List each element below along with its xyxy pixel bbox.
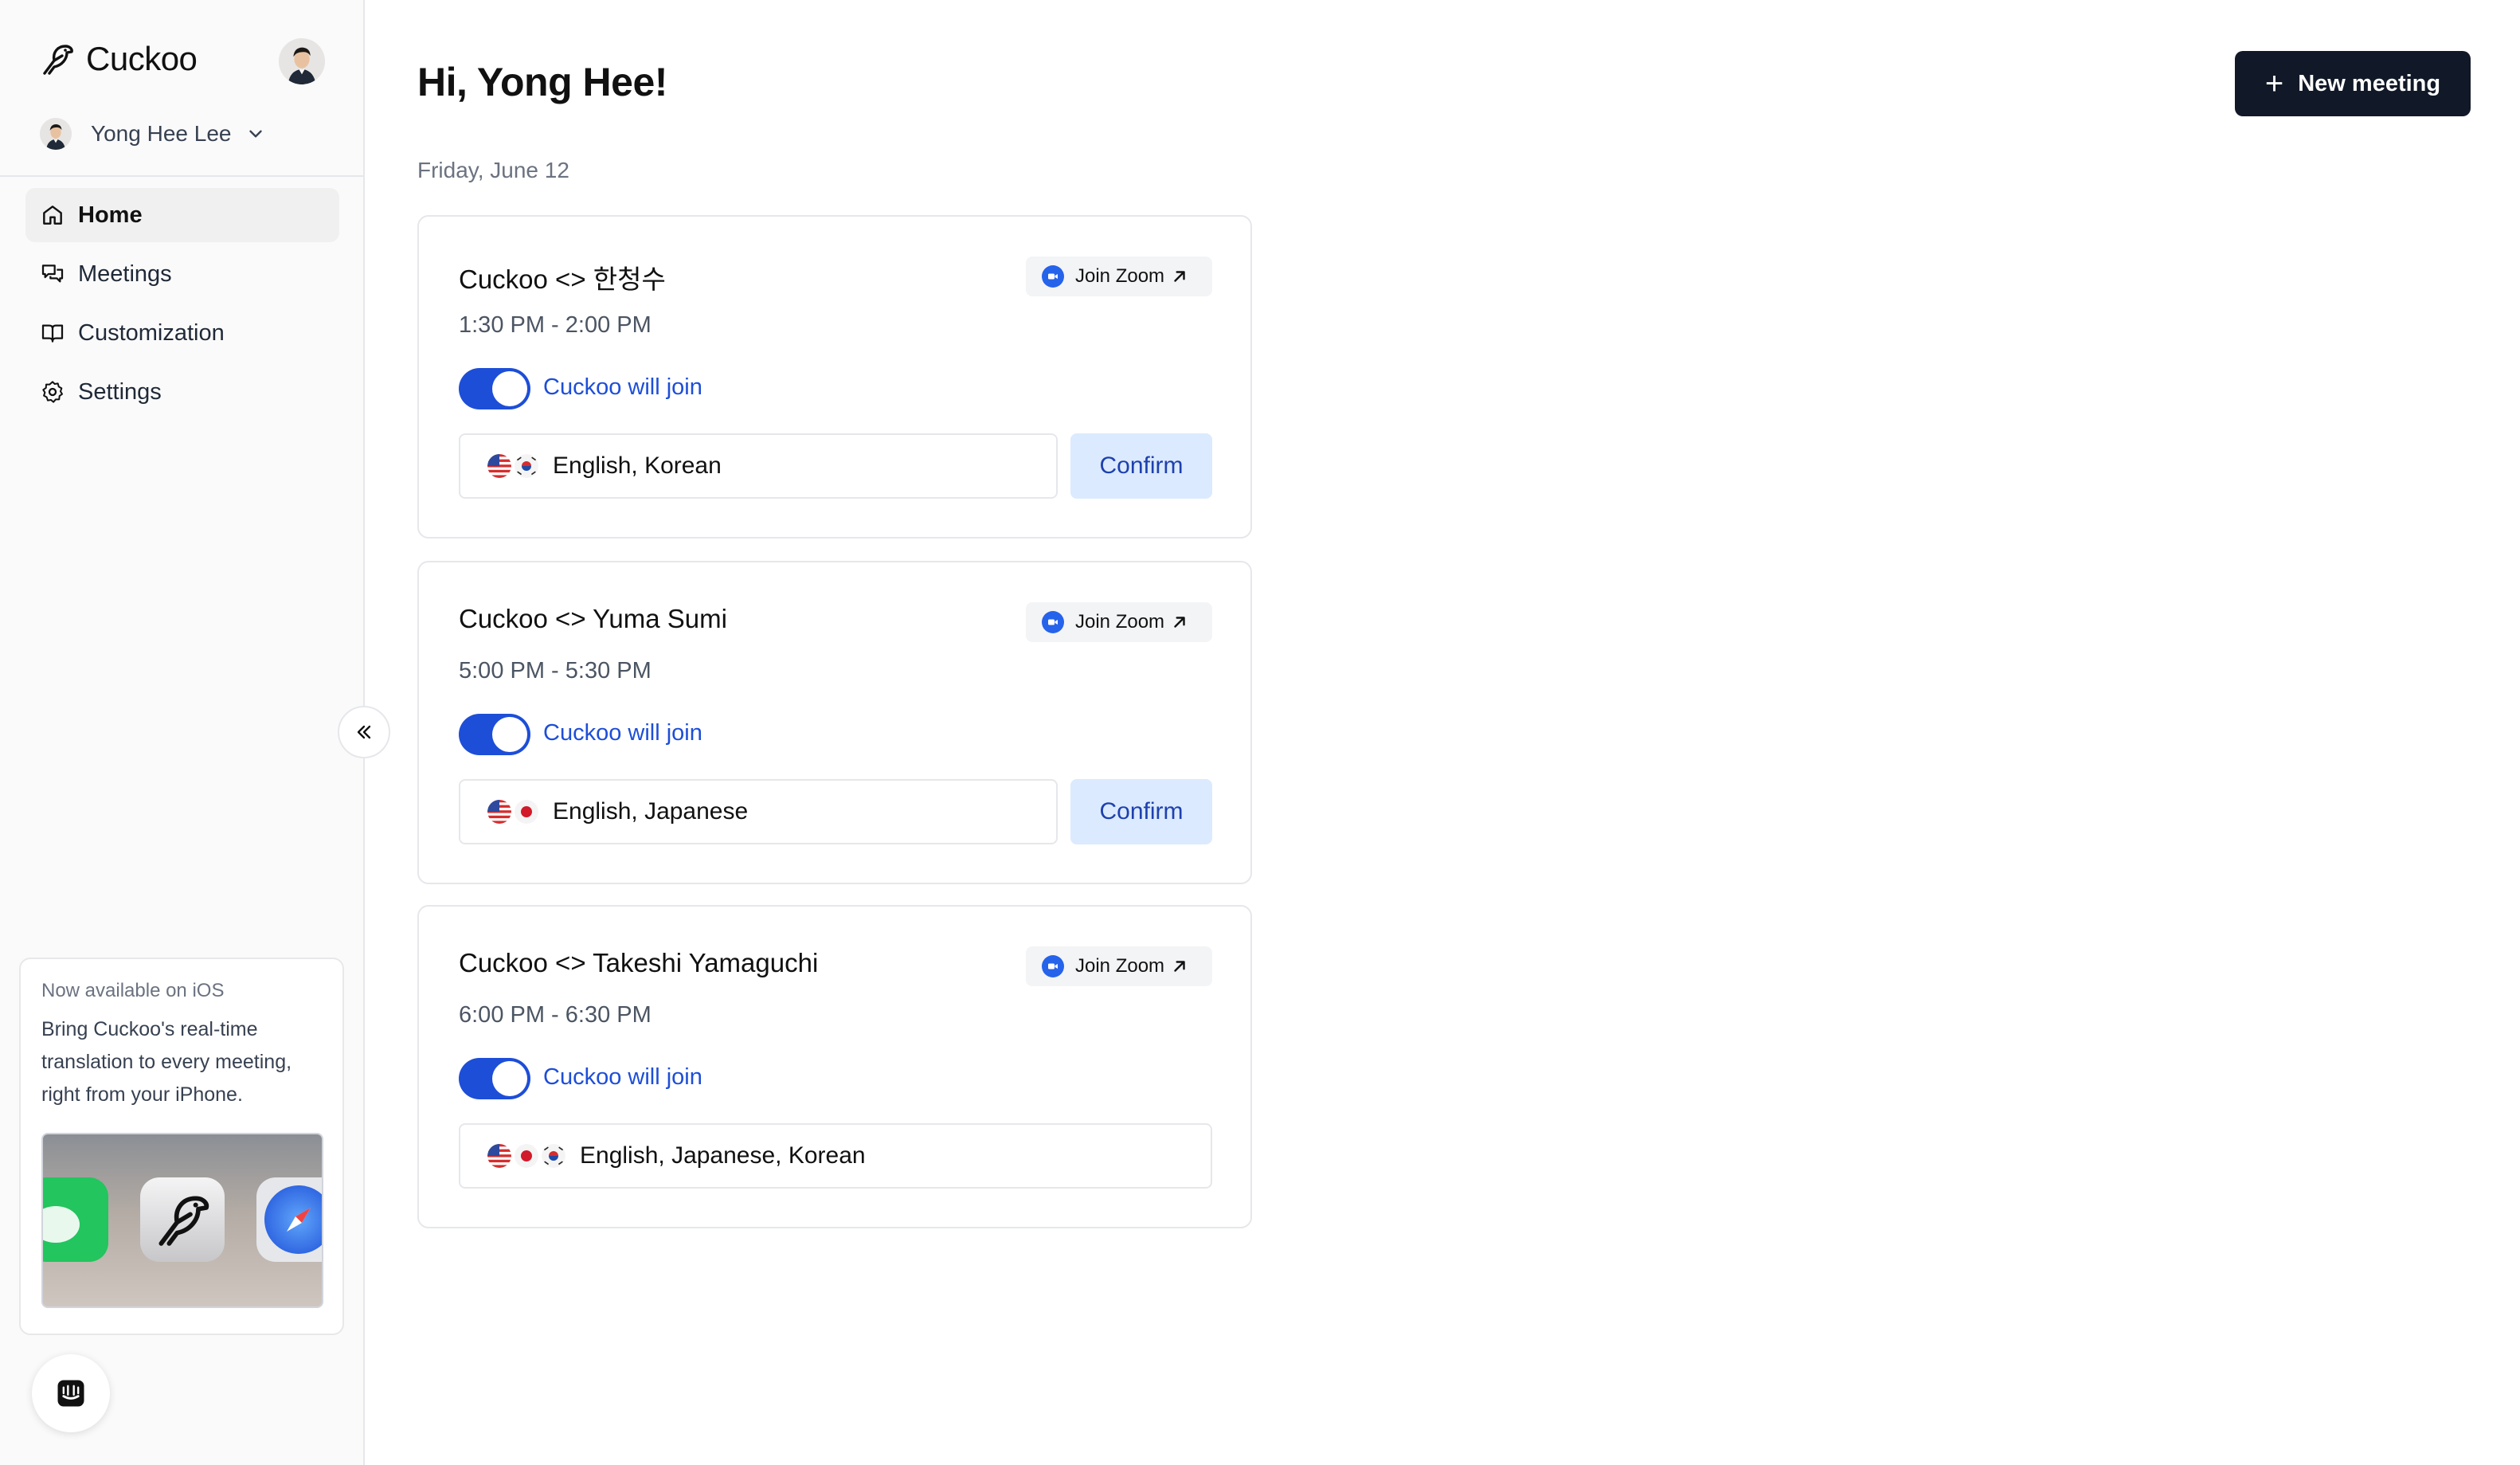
language-list: English, Japanese bbox=[553, 798, 749, 825]
us-flag-icon bbox=[487, 1144, 511, 1168]
language-selector[interactable]: English, Korean bbox=[459, 433, 1058, 499]
date-heading: Friday, June 12 bbox=[417, 158, 569, 182]
language-selector[interactable]: English, Japanese, Korean bbox=[459, 1123, 1212, 1189]
join-zoom-button[interactable]: Join Zoom bbox=[1026, 257, 1212, 296]
meeting-time: 1:30 PM - 2:00 PM bbox=[459, 312, 652, 338]
sidebar-item-home[interactable]: Home bbox=[25, 188, 339, 242]
meeting-card: Cuckoo <> Yuma Sumi 5:00 PM - 5:30 PM Jo… bbox=[417, 561, 1252, 884]
meeting-time: 6:00 PM - 6:30 PM bbox=[459, 1002, 652, 1028]
sidebar-item-label: Settings bbox=[78, 378, 162, 405]
confirm-button[interactable]: Confirm bbox=[1070, 433, 1212, 499]
sidebar-item-meetings[interactable]: Meetings bbox=[25, 247, 339, 301]
plus-icon: + bbox=[2264, 66, 2284, 101]
brand-name: Cuckoo bbox=[86, 40, 198, 77]
cuckoo-join-toggle[interactable] bbox=[459, 368, 530, 409]
home-icon bbox=[43, 206, 62, 225]
avatar-image bbox=[279, 38, 325, 84]
avatar-image bbox=[40, 118, 72, 150]
toggle-knob bbox=[492, 371, 527, 406]
support-chat-button[interactable] bbox=[32, 1354, 110, 1432]
sidebar-item-label: Customization bbox=[78, 319, 225, 346]
sidebar-nav: Home Meetings Customization Settings bbox=[25, 188, 339, 424]
join-zoom-button[interactable]: Join Zoom bbox=[1026, 946, 1212, 986]
cuckoo-logo-icon bbox=[158, 1196, 209, 1246]
sidebar-divider bbox=[0, 175, 363, 177]
us-flag-icon bbox=[487, 454, 511, 478]
safari-app-icon bbox=[256, 1177, 322, 1262]
toggle-knob bbox=[492, 1061, 527, 1096]
language-list: English, Korean bbox=[553, 452, 722, 479]
us-flag-icon bbox=[487, 800, 511, 824]
promo-body: Bring Cuckoo's real-time translation to … bbox=[41, 1018, 292, 1106]
join-zoom-button[interactable]: Join Zoom bbox=[1026, 602, 1212, 642]
chevrons-left-icon bbox=[357, 725, 371, 739]
language-flags bbox=[487, 1144, 569, 1168]
toggle-label: Cuckoo will join bbox=[543, 374, 702, 400]
messages-app-icon bbox=[43, 1177, 108, 1262]
meeting-title: Cuckoo <> Takeshi Yamaguchi bbox=[459, 948, 819, 977]
zoom-icon bbox=[1042, 955, 1064, 977]
japan-flag-icon bbox=[515, 800, 538, 824]
chevron-down-icon bbox=[249, 130, 263, 138]
gear-icon bbox=[42, 381, 63, 403]
chat-support-icon bbox=[57, 1380, 84, 1407]
join-zoom-label: Join Zoom bbox=[1075, 265, 1165, 287]
new-meeting-button[interactable]: + New meeting bbox=[2235, 51, 2471, 116]
book-icon bbox=[41, 324, 64, 343]
promo-app-icons-image bbox=[41, 1133, 323, 1308]
sidebar-item-label: Meetings bbox=[78, 260, 172, 287]
promo-title: Now available on iOS bbox=[41, 980, 225, 1001]
cuckoo-app-icon bbox=[140, 1177, 225, 1262]
language-flags bbox=[487, 454, 542, 478]
ios-promo-card[interactable]: Now available on iOS Bring Cuckoo's real… bbox=[19, 958, 344, 1335]
page-title: Hi, Yong Hee! bbox=[417, 60, 667, 104]
korea-flag-icon bbox=[515, 454, 538, 478]
sidebar: Cuckoo Yong Hee Lee Home Meetings Custom… bbox=[0, 0, 365, 1465]
meeting-time: 5:00 PM - 5:30 PM bbox=[459, 658, 652, 684]
language-flags bbox=[487, 800, 542, 824]
chat-bubbles-icon bbox=[41, 264, 64, 283]
profile-avatar[interactable] bbox=[279, 38, 325, 84]
language-selector[interactable]: English, Japanese bbox=[459, 779, 1058, 844]
japan-flag-icon bbox=[515, 1144, 538, 1168]
new-meeting-label: New meeting bbox=[2298, 70, 2441, 96]
korea-flag-icon bbox=[542, 1144, 565, 1168]
meeting-card: Cuckoo <> 한청수 1:30 PM - 2:00 PM Join Zoo… bbox=[417, 215, 1252, 539]
external-link-arrow-icon bbox=[1174, 271, 1185, 282]
external-link-arrow-icon bbox=[1174, 961, 1185, 972]
sidebar-item-customization[interactable]: Customization bbox=[25, 306, 339, 360]
cuckoo-join-toggle[interactable] bbox=[459, 1058, 530, 1099]
cuckoo-logo-icon bbox=[43, 45, 73, 75]
collapse-sidebar-button[interactable] bbox=[338, 706, 390, 758]
user-name: Yong Hee Lee bbox=[91, 121, 232, 146]
join-zoom-label: Join Zoom bbox=[1075, 955, 1165, 977]
confirm-button[interactable]: Confirm bbox=[1070, 779, 1212, 844]
meeting-card: Cuckoo <> Takeshi Yamaguchi 6:00 PM - 6:… bbox=[417, 905, 1252, 1228]
meeting-title: Cuckoo <> Yuma Sumi bbox=[459, 604, 727, 633]
toggle-label: Cuckoo will join bbox=[543, 1064, 702, 1090]
join-zoom-label: Join Zoom bbox=[1075, 611, 1165, 633]
brand[interactable]: Cuckoo bbox=[38, 40, 198, 78]
sidebar-item-settings[interactable]: Settings bbox=[25, 365, 339, 419]
sidebar-item-label: Home bbox=[78, 202, 143, 228]
workspace-switcher[interactable]: Yong Hee Lee bbox=[40, 118, 266, 150]
zoom-icon bbox=[1042, 611, 1064, 633]
cuckoo-join-toggle[interactable] bbox=[459, 714, 530, 755]
external-link-arrow-icon bbox=[1174, 617, 1185, 628]
user-avatar bbox=[40, 118, 72, 150]
toggle-label: Cuckoo will join bbox=[543, 720, 702, 746]
language-list: English, Japanese, Korean bbox=[580, 1142, 866, 1169]
zoom-icon bbox=[1042, 265, 1064, 288]
meeting-title: Cuckoo <> 한청수 bbox=[459, 264, 666, 294]
toggle-knob bbox=[492, 717, 527, 752]
